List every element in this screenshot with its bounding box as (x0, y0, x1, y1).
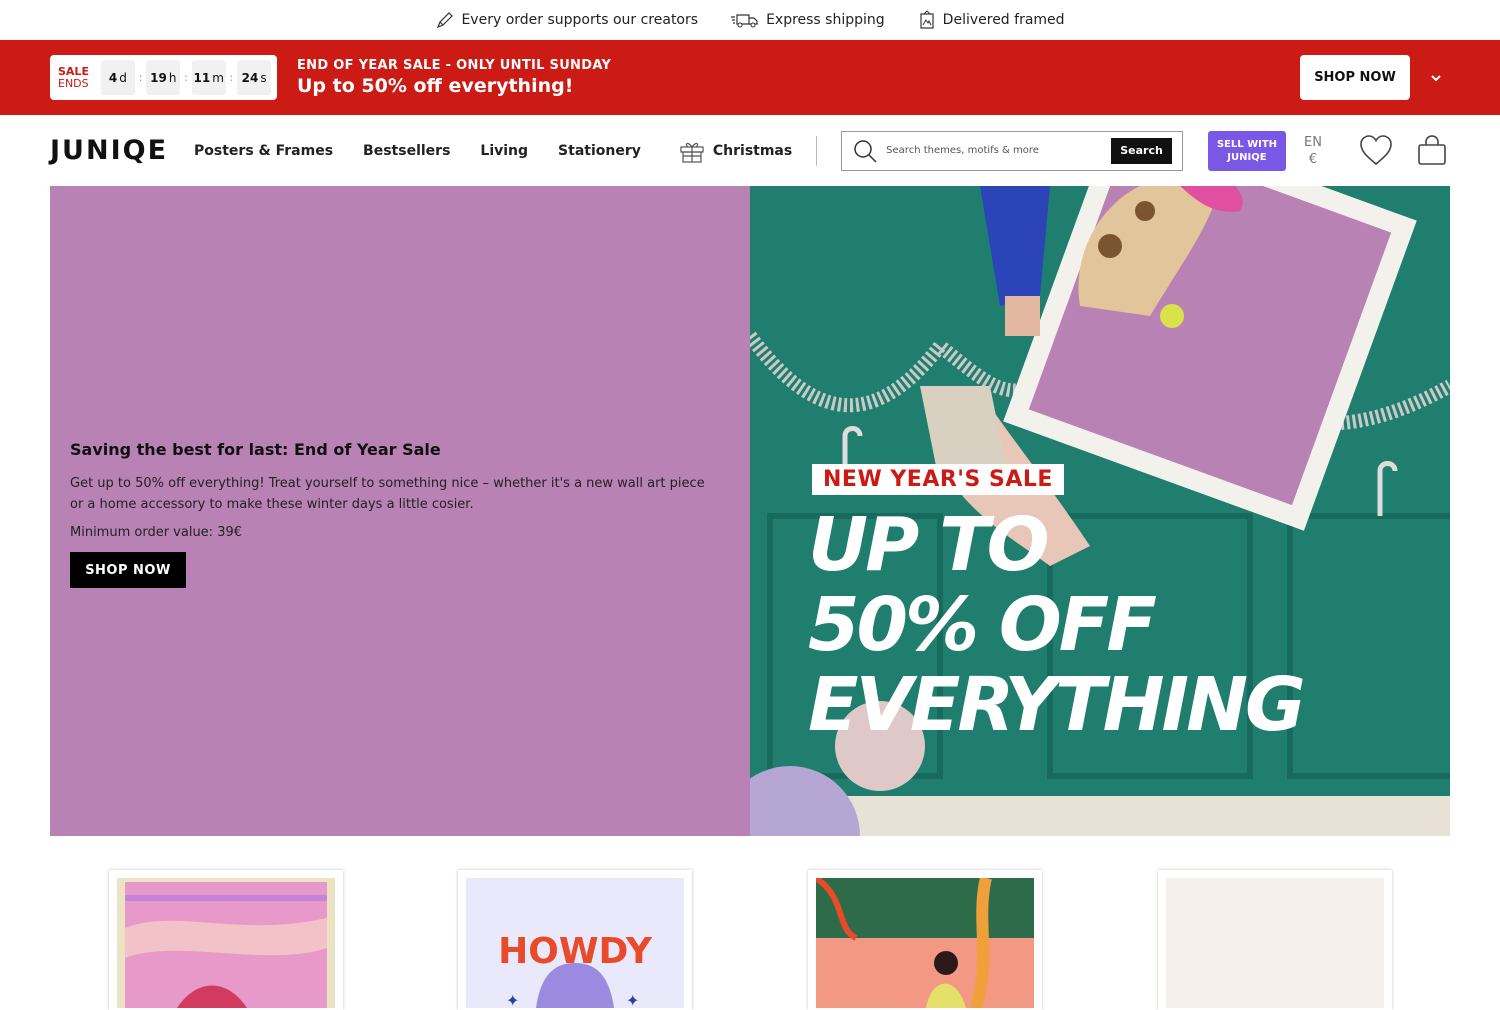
ends-label: ENDS (58, 76, 89, 90)
nav-posters-frames[interactable]: Posters & Frames (194, 143, 333, 159)
product-image: HOWDY ✦ ✦ (466, 878, 684, 1008)
logo[interactable]: JUNIQE (50, 135, 168, 166)
sale-shop-now-button[interactable]: SHOP NOW (1300, 55, 1410, 100)
language-label: EN (1304, 134, 1322, 150)
frame-icon (920, 10, 934, 29)
hero-image[interactable]: NEW YEAR'S SALE UP TO 50% OFF EVERYTHING (750, 186, 1450, 836)
nav-divider (816, 135, 818, 166)
promo-line-1: UP TO (808, 502, 1049, 588)
countdown-separator: : (184, 71, 188, 84)
nav-bestsellers[interactable]: Bestsellers (363, 143, 450, 159)
countdown-separator: : (138, 71, 143, 84)
usp-creators-text: Every order supports our creators (461, 12, 699, 28)
product-grid: HOWDY ✦ ✦ (0, 870, 1500, 1010)
usp-framed: Delivered framed (917, 10, 1065, 30)
product-image (1166, 878, 1384, 1008)
hero-copy-panel: Saving the best for last: End of Year Sa… (50, 186, 750, 836)
usp-shipping-text: Express shipping (766, 12, 885, 28)
search-input[interactable] (886, 145, 1112, 156)
hero-section: Saving the best for last: End of Year Sa… (50, 186, 1450, 836)
nav-christmas[interactable]: Christmas (679, 139, 792, 163)
truck-icon (731, 14, 758, 28)
locale-selector[interactable]: EN € (1304, 134, 1322, 168)
sell-line1: SELL WITH (1216, 138, 1278, 150)
product-card[interactable] (109, 870, 343, 1010)
shopping-bag-icon (1418, 134, 1446, 165)
product-image (117, 878, 335, 1008)
sale-headline: END OF YEAR SALE - ONLY UNTIL SUNDAY (297, 58, 612, 73)
hero-minimum-order: Minimum order value: 39€ (70, 525, 243, 540)
pencil-icon (437, 12, 454, 29)
sale-countdown: SALE ENDS 4d : 19 h : 11 m : 24 s (50, 55, 277, 100)
promo-tag: NEW YEAR'S SALE (812, 464, 1064, 495)
product-image (816, 878, 1034, 1008)
sale-label: SALE (58, 64, 89, 78)
main-header: JUNIQE Posters & Frames Bestsellers Livi… (0, 115, 1500, 186)
main-nav: Posters & Frames Bestsellers Living Stat… (194, 139, 822, 163)
sale-ends-label: SALE ENDS (58, 64, 89, 90)
sale-text: END OF YEAR SALE - ONLY UNTIL SUNDAY Up … (297, 58, 611, 97)
countdown-minutes: 11 m (191, 60, 226, 95)
nav-stationery[interactable]: Stationery (558, 143, 641, 159)
sell-line2: JUNIQE (1227, 151, 1267, 163)
usp-framed-text: Delivered framed (942, 12, 1065, 28)
search-icon (854, 139, 877, 163)
hero-copy: Saving the best for last: End of Year Sa… (70, 440, 710, 588)
usp-creators: Every order supports our creators (435, 10, 698, 30)
countdown-separator: : (229, 71, 234, 84)
currency-label: € (1308, 151, 1318, 167)
search-button[interactable]: Search (1111, 137, 1172, 164)
sell-with-juniqe-button[interactable]: SELL WITH JUNIQE (1207, 130, 1287, 171)
search-bar: Search (841, 130, 1183, 171)
usp-bar: Every order supports our creators Expres… (0, 0, 1500, 40)
product-card[interactable]: HOWDY ✦ ✦ (458, 870, 692, 1010)
promo-line-2: 50% OFF (808, 582, 1157, 668)
hero-shop-now-button[interactable]: SHOP NOW (70, 552, 186, 588)
sale-banner: SALE ENDS 4d : 19 h : 11 m : 24 s END OF YE… (0, 40, 1500, 115)
hero-description: Get up to 50% off everything! Treat your… (70, 476, 705, 512)
chevron-down-icon[interactable] (1428, 70, 1444, 86)
nav-living[interactable]: Living (480, 143, 528, 159)
hero-title: Saving the best for last: End of Year Sa… (70, 440, 441, 459)
countdown-days: 4d (100, 60, 135, 95)
usp-shipping: Express shipping (730, 10, 885, 30)
product-card[interactable] (808, 870, 1042, 1010)
gift-icon (680, 142, 704, 163)
wishlist-button[interactable] (1358, 133, 1394, 169)
countdown-hours: 19 h (146, 60, 181, 95)
nav-christmas-label: Christmas (712, 142, 793, 159)
cart-button[interactable] (1414, 133, 1450, 169)
sale-subline: Up to 50% off everything! (297, 75, 574, 97)
promo-line-3: EVERYTHING (808, 662, 1306, 748)
product-card[interactable] (1158, 870, 1392, 1010)
countdown-seconds: 24 s (237, 60, 271, 95)
heart-icon (1360, 134, 1392, 165)
